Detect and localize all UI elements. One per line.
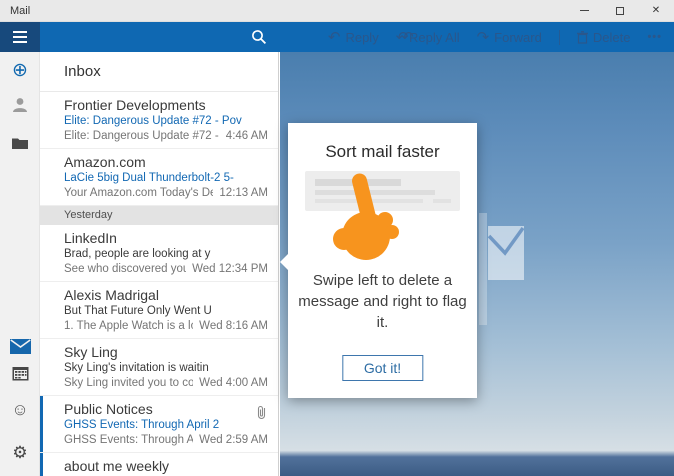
message-subject: But That Future Only Went U (64, 305, 278, 317)
titlebar: Mail ✕ (0, 0, 674, 22)
close-button[interactable]: ✕ (638, 0, 674, 21)
message-preview: See who discovered you on (64, 263, 186, 275)
message-list-pane: Inbox Frontier Developments Elite: Dange… (40, 52, 279, 476)
maximize-button[interactable] (602, 0, 638, 21)
watermark-accent-bar (479, 213, 487, 325)
window-title: Mail (10, 5, 30, 17)
delete-button[interactable]: Delete (577, 30, 631, 45)
message-time: Wed 4:00 AM (199, 377, 268, 389)
command-bar: ↶ Reply ↶↶ Reply All ↷ Forward (0, 22, 674, 52)
maximize-icon (616, 7, 624, 15)
trash-icon (577, 31, 588, 44)
coachmark-popup: Sort mail faster Swipe left to delete a … (288, 123, 477, 398)
popup-title: Sort mail faster (288, 142, 477, 162)
person-icon (11, 96, 29, 114)
mail-app-window: Mail ✕ ↶ Reply ↶↶ Reply All (0, 0, 674, 476)
message-list-item[interactable]: Public Notices GHSS Events: Through Apri… (40, 396, 278, 453)
toolbar-divider (559, 30, 560, 45)
unread-indicator (40, 396, 43, 452)
message-list-item[interactable]: Frontier Developments Elite: Dangerous U… (40, 92, 278, 149)
message-time: Wed 8:16 AM (199, 320, 268, 332)
message-list-item[interactable]: Amazon.com LaCie 5big Dual Thunderbolt-2… (40, 149, 278, 206)
hamburger-icon (13, 31, 27, 33)
message-subject: GHSS Events: Through April 2 (64, 419, 278, 431)
message-preview: Sky Ling invited you to conn (64, 377, 193, 389)
message-sender: Alexis Madrigal (64, 287, 278, 303)
minimize-icon (580, 10, 589, 11)
feedback-button[interactable]: ☺ (0, 401, 40, 418)
message-list-item[interactable]: LinkedIn Brad, people are looking at y S… (40, 225, 278, 282)
message-list-item[interactable]: about me weekly (40, 453, 278, 476)
reply-button[interactable]: ↶ Reply (328, 30, 379, 45)
forward-icon: ↷ (477, 30, 490, 45)
search-icon (251, 29, 267, 45)
message-list-item[interactable]: Alexis Madrigal But That Future Only Wen… (40, 282, 278, 339)
calendar-icon (12, 366, 29, 381)
reply-all-icon: ↶↶ (396, 30, 404, 45)
minimize-button[interactable] (566, 0, 602, 21)
message-sender: about me weekly (64, 458, 278, 474)
popup-message: Swipe left to delete a message and right… (297, 270, 468, 333)
unread-indicator (40, 453, 43, 476)
message-preview: GHSS Events: Through April 2 (64, 434, 193, 446)
mail-icon (10, 339, 31, 354)
message-preview: Your Amazon.com Today's Deals : (64, 187, 213, 199)
calendar-nav-button[interactable] (0, 366, 40, 385)
message-sender: Amazon.com (64, 154, 278, 170)
message-subject: Brad, people are looking at y (64, 248, 278, 260)
date-group-divider: Yesterday (40, 206, 278, 225)
message-time: 4:46 AM (226, 130, 268, 142)
folder-header: Inbox (40, 52, 278, 92)
mail-watermark-icon (488, 226, 524, 285)
message-sender: Public Notices (64, 401, 278, 417)
smiley-icon: ☺ (11, 400, 28, 419)
hamburger-menu-button[interactable] (0, 22, 40, 52)
mail-nav-button[interactable] (0, 339, 40, 358)
add-icon: ⊕ (12, 60, 28, 81)
reply-all-button[interactable]: ↶↶ Reply All (396, 30, 460, 45)
more-actions-button[interactable]: ••• (647, 31, 662, 43)
message-list-items: Frontier Developments Elite: Dangerous U… (40, 92, 278, 476)
folder-title: Inbox (64, 63, 101, 80)
message-time: 12:13 AM (219, 187, 268, 199)
message-actions: ↶ Reply ↶↶ Reply All ↷ Forward (328, 22, 666, 52)
gear-icon: ⚙ (12, 443, 27, 462)
message-sender: LinkedIn (64, 230, 278, 246)
message-subject: Sky Ling's invitation is waitin (64, 362, 278, 374)
navigation-rail: ⊕ (0, 52, 40, 476)
accounts-button[interactable] (0, 96, 40, 118)
reply-icon: ↶ (328, 30, 341, 45)
attachment-icon (257, 405, 266, 424)
forward-button[interactable]: ↷ Forward (477, 30, 542, 45)
search-button[interactable] (247, 26, 271, 48)
message-preview: Elite: Dangerous Update #72 - Pov (64, 130, 220, 142)
message-preview: 1. The Apple Watch is a lock-i (64, 320, 193, 332)
pointing-hand-icon (330, 173, 402, 266)
folders-button[interactable] (0, 136, 40, 154)
message-list-item[interactable]: Sky Ling Sky Ling's invitation is waitin… (40, 339, 278, 396)
new-mail-button[interactable]: ⊕ (0, 61, 40, 80)
popup-callout-arrow (280, 254, 288, 270)
folder-icon (11, 136, 29, 150)
message-sender: Sky Ling (64, 344, 278, 360)
got-it-button[interactable]: Got it! (342, 355, 423, 381)
message-time: Wed 12:34 PM (192, 263, 268, 275)
window-controls: ✕ (566, 0, 674, 21)
message-subject: LaCie 5big Dual Thunderbolt-2 5- (64, 172, 278, 184)
message-time: Wed 2:59 AM (199, 434, 268, 446)
message-subject: Elite: Dangerous Update #72 - Pov (64, 115, 278, 127)
message-sender: Frontier Developments (64, 97, 278, 113)
settings-button[interactable]: ⚙ (0, 444, 40, 461)
